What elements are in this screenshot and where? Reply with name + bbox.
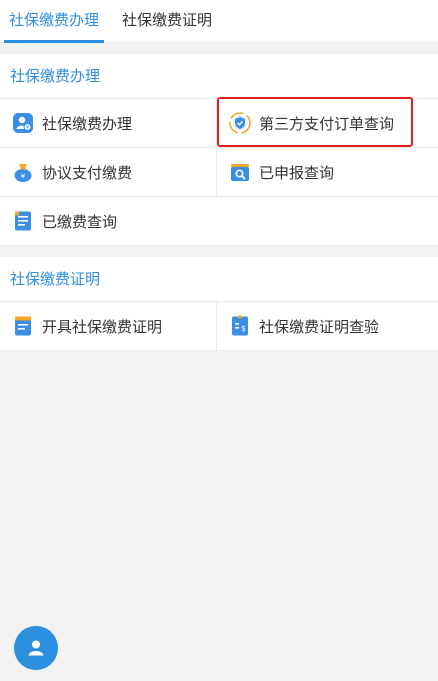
- tab-social-insurance-certificate[interactable]: 社保缴费证明: [122, 0, 212, 42]
- svg-text:$: $: [241, 324, 246, 333]
- menu-item-third-party-order-query[interactable]: 第三方支付订单查询: [216, 99, 435, 147]
- menu-item-label: 第三方支付订单查询: [259, 114, 395, 133]
- svg-text:¥: ¥: [26, 125, 29, 131]
- menu-item-label: 已缴费查询: [42, 212, 118, 231]
- person-payment-icon: ¥: [13, 113, 33, 133]
- user-fab-button[interactable]: [14, 626, 58, 670]
- menu-item-issue-certificate[interactable]: 开具社保缴费证明: [0, 302, 218, 350]
- money-bag-icon: ¥: [14, 164, 32, 182]
- menu-item-label: 社保缴费办理: [42, 114, 133, 133]
- section-header-certificate: 社保缴费证明: [0, 257, 438, 302]
- menu-item-verify-certificate[interactable]: $ 社保缴费证明查验: [216, 302, 435, 350]
- document-issue-icon: [15, 316, 31, 336]
- tab-bar: 社保缴费办理 社保缴费证明: [0, 0, 438, 43]
- menu-row: ¥ 社保缴费办理 第三方支付订单查询: [0, 99, 438, 148]
- tab-label: 社保缴费证明: [122, 11, 213, 29]
- menu-item-label: 开具社保缴费证明: [42, 317, 163, 336]
- menu-item-declared-query[interactable]: 已申报查询: [216, 148, 435, 196]
- menu-row: 开具社保缴费证明 $ 社保缴费证明查验: [0, 302, 438, 351]
- tab-label: 社保缴费办理: [9, 11, 100, 29]
- menu-item-agreement-payment[interactable]: ¥ 协议支付缴费: [0, 148, 218, 196]
- menu-item-label: 已申报查询: [259, 163, 335, 182]
- menu-item-social-insurance-payment[interactable]: ¥ 社保缴费办理: [0, 99, 218, 147]
- svg-text:¥: ¥: [21, 173, 26, 181]
- active-tab-indicator: [4, 40, 104, 43]
- tab-social-insurance-payment[interactable]: 社保缴费办理: [9, 0, 99, 42]
- section-header-payment: 社保缴费办理: [0, 54, 438, 99]
- section-title: 社保缴费证明: [10, 270, 101, 288]
- menu-item-label: 社保缴费证明查验: [259, 317, 380, 336]
- section-title: 社保缴费办理: [10, 67, 101, 85]
- menu-item-paid-query[interactable]: 已缴费查询: [0, 197, 218, 245]
- shield-check-icon: [229, 112, 251, 134]
- document-verify-icon: $: [232, 315, 248, 336]
- menu-row: 已缴费查询: [0, 197, 438, 246]
- document-list-icon: [15, 211, 31, 231]
- search-folder-icon: [231, 164, 249, 181]
- menu-item-label: 协议支付缴费: [42, 163, 133, 182]
- menu-row: ¥ 协议支付缴费 已申报查询: [0, 148, 438, 197]
- user-icon: [28, 640, 44, 656]
